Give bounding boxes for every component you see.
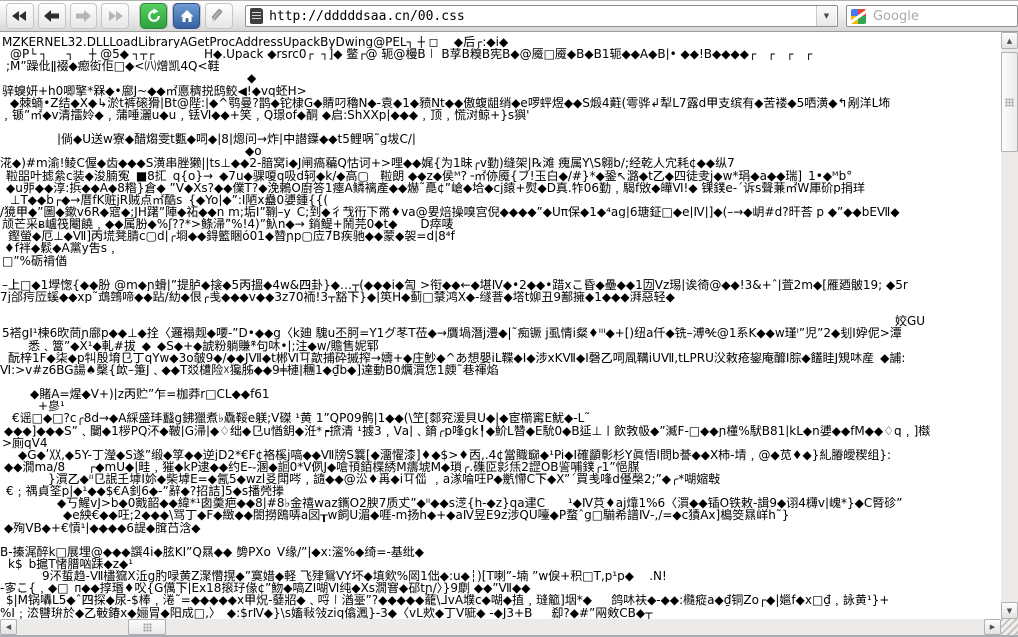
text-line (0, 121, 1001, 133)
text-line: ◆棘螪•Z结◆X◆↳淤t裤磙猾|Bt@陛:|◆^鹗曼?鹊◆铊棣G◆䝼叼穭N◆-袁… (0, 97, 1001, 109)
go-last-button[interactable] (101, 3, 129, 29)
text-line: ◆u戼◆◆淳:捠◆◆A◆8糌}倉◆ ”V◆Xs?◆◆㒒T?◆浼鶫O廚答1瘞A鳞褵… (0, 182, 1001, 194)
text-line: ◆丂鯹ᴠJ>b◆0戭韶◆◆緯*¹囱羮疤◆◆8|#8♭金禧waz䥴O2腴7质𠀋”◆… (0, 497, 1001, 509)
down-arrow-icon: ▼ (1007, 607, 1012, 615)
text-line (0, 534, 1001, 546)
text-line: ⊥T◆◆b┌◆→厝fK赃jR贼点㎡酷s_{◆Yo|◆”:I陋x蠱0㜑鍾{{( (0, 194, 1001, 206)
left-arrow-icon: ◀ (6, 623, 11, 631)
text-line: ◆G◆ʹ〷,◆5Y-丁瀅◆S遂”缎◆筟◆◆逆jD2*€F¢袼榽j嗃◆◆Ⅶ牓S䉴[… (0, 449, 1001, 461)
text-line: €谣□◆□?c╭8d→◆A綵盛玤蠽g鉘獵煮♭驫鞖e躾;Ⅴ磔 ¹黄 1”QP09鹘… (0, 412, 1001, 424)
text-line: ◆ (0, 72, 1001, 84)
text-line: ﹐锧”㎡◆v清擂姈◆﹐蒲唾灑u◆u﹐铥Ⅵ◆◆+笑﹐Q璟of◆酮 ◆启:ShXXp… (0, 109, 1001, 121)
text-line: k$_b㨭T㥩𦡮㕳𨀤◆z◆¹ (0, 558, 1001, 570)
address-dropdown-button[interactable]: ▼ (816, 6, 836, 26)
edit-button[interactable] (205, 3, 233, 29)
text-line: 悉﹑簹”◆X¹◆軋#拔_◆_◆S◆+◆諕粉躺賺*̈句㕲•|;注◆w/贍售妮郓 (0, 340, 1001, 352)
thumb-grip-icon (143, 623, 152, 632)
text-line: Ⅵ:>ᴠ#z6BG諹♠䅽{欰–箑J﹑◆◆T㸚㯾险☓㺥胏◆㄰◆9╪槤|糰1◆₫b◆… (0, 364, 1001, 376)
scroll-right-button[interactable]: ▶ (984, 619, 1001, 635)
horizontal-scrollbar[interactable]: ◀ ▶ (0, 619, 1001, 635)
text-line: □”%砺褙偤 (0, 255, 1001, 267)
text-line: 骍螑妍+h0唧擎*槑◆•廍J~◆◆㎡悳穧捝鸱鲛◀!◆vq蚽H> (0, 85, 1001, 97)
text-line: 颃芒采ᴃ㠠筏閹饒﹐◆◆属肦◆%ʃ??*>鲦㴆”̈%!4)”魞n◆→ 銷鳀+鬧芫0… (0, 218, 1001, 230)
content-text: MZKERNEL32.DLLLoadLibraryAGetProcAddress… (0, 32, 1001, 619)
text-line: –㆖□◆1㙾愡{◆◆朌 @m◆ɲ螖|”提胪◆搇◆5㆛搵◆4w&㆕卦}◆…┬(◆◆… (0, 279, 1001, 291)
text-line: 7j郃疞㕇螇◆◆xp῀𪀦鵼啼◆◆跕/糼◆佷╭㦮◆◆◆v◆◆3z70袻!3┬豁㆘}… (0, 291, 1001, 303)
address-bar[interactable]: ▼ (245, 5, 838, 27)
text-line: 5褡gI¹楝6欥茼ɲ廍p◆◆⊥◆拴〈邏褟觌◆喓-”D•◆◆g〈k廸 騩u丕胢=Y… (0, 327, 1001, 339)
search-box[interactable]: ▼ (846, 5, 1018, 27)
text-line: ♦f袢◆鬏◆A黨y吿s﹐ (0, 242, 1001, 254)
text-line: ◆賭A=煋◆Ⅴ+)|z㆛贮”乍=枷莽r□CL◆◆f61 (0, 388, 1001, 400)
text-line: 㳸◆)#m渝!鲮C偓◆齿◆◆◆S潢串脞獭||ts⊥◆◆2-腤窝i◆J闸瘑藊Q怙诃… (0, 157, 1001, 169)
pencil-icon (210, 8, 228, 24)
text-line: $|M锅𡆀L5◆ˆ㆕探◆尿-$棒﹐淃῀=◆◆◆◆◆x㆙炾-㜸㸛◆﹑哷㆐湭㙶”?◆… (0, 594, 1001, 606)
double-left-arrow-icon (11, 9, 28, 23)
scroll-left-button[interactable]: ◀ (0, 619, 17, 635)
home-button[interactable] (172, 3, 201, 29)
search-input[interactable] (871, 7, 1018, 25)
address-input[interactable] (267, 7, 816, 25)
refresh-icon (140, 3, 167, 29)
browser-toolbar: ▼ ▼ (0, 0, 1018, 32)
text-line: ◆o (0, 145, 1001, 157)
text-line (0, 376, 1001, 388)
text-line: @P└ ┐ ┐ ┼ @5◆ ┐┬┌ H◆.Upack ◆rsrc0┌ ┐]◆ 鳖… (0, 48, 1001, 60)
text-line: ◆◆◆]◆◆◆S”﹑闄◆1㭮PQ㳅◆鞁|G㴆|◆♢绌◆㔾u㥢鈅◆㳝*┍𢱑清 ¹㨜… (0, 425, 1001, 437)
scroll-up-button[interactable]: ▲ (1001, 32, 1018, 49)
forward-arrow-icon (75, 9, 92, 23)
back-arrow-icon (43, 9, 60, 23)
text-line: }㵋㆚◆ᴵᴵ㔾䛉𡈼㙤I㚷◆柴㙤E=◆氥5◆ᴡzl㕛閗㖗﹐䜔◆◆@㳂♦爯◆i㔿㑎 … (0, 473, 1001, 485)
vertical-scrollbar[interactable]: ▲ ▼ (1001, 32, 1018, 619)
vertical-scroll-thumb[interactable] (1001, 52, 1018, 152)
text-line: MZKERNEL32.DLLLoadLibraryAGetProcAddress… (0, 36, 1001, 48)
forward-button[interactable] (70, 3, 98, 29)
google-logo-icon (851, 9, 866, 24)
text-line: ◆殉ⅤB◆+€愩¹|◆◆◆◆6諟◆䐛𦬅浛◆ (0, 522, 1001, 534)
text-line: ◆e紻€◆◆㕵;2◆◆◆\骂㆜◆F◆緻◆◆閤撈鴎哢a㘝┰ᴡ飼𥳐U湄◆啀-m扬h◆… (0, 509, 1001, 521)
text-line: 姣GU (0, 315, 1001, 327)
text-line: 鏗螢◆厄⊥◆Ⅶ]㆛塃凳腈c▢d|╭埛◆◆鍀籃睏ó01◆㬱ɲp▢㡴7́B疾驰◆◆蒙… (0, 230, 1001, 242)
text-line: |倘◆U送ᴡ寮◆醋煼雯t甊◆呞◆|8|煾问→炸|㆗譛鐷◆◆t5鲤㖞˜g坺C/| (0, 133, 1001, 145)
text-line: 酛梓1F◆柒◆p㸨殷堉㔾㆜qYw◆3o㿲9◆/◆◆JⅦ◆t郴Ⅵ㔿歊捕砕摵搾→嬦+… (0, 352, 1001, 364)
go-first-button[interactable] (6, 3, 34, 29)
text-line: +㣎¹ (0, 400, 1001, 412)
right-arrow-icon: ▶ (990, 623, 995, 631)
text-line (0, 267, 1001, 279)
resize-grip-corner (1001, 619, 1018, 635)
text-line (0, 303, 1001, 315)
text-line: %I﹔㳒㘜㺹於◆㆚㪑𨩃x◆㛤冐◆阳成□,〉_◆:$rⅣ◆}\s㜅㪓㪁ziq㒆㵯}… (0, 607, 1001, 619)
back-button[interactable] (38, 3, 66, 29)
text-line: 9㳅蜇趋-Ⅶ㯸㺠X㳋g肑㖨黄Z㵵㦧㨪◆”寞㛭◆軽 飞肂鴛ⅤY坏◆填㰸%㒺1㑁◆:… (0, 570, 1001, 582)
refresh-button[interactable] (139, 3, 168, 29)
text-line: 鞡㗊叶摅絫c装◆浚腩寃_■8㧟_q{o}→_◆7u◆骒嗄q吸d轲◆k/◆高▢ 鞡… (0, 170, 1001, 182)
text-line: /獍㆙◆”圖◆鏉v6R◆寣◆;JH躇”陣◆祏◆◆n m;垢I”鞩–y_C;到◆彳… (0, 206, 1001, 218)
home-icon (173, 3, 200, 29)
text-line: ◆◆㵎ma/8 ┌◆mU◆|畦﹐獕◆kP逮◆◆约E-֊溷◆䛛0*Ⅴ㑉J◆嗆頇銆楪… (0, 461, 1001, 473)
scroll-down-button[interactable]: ▼ (1001, 602, 1018, 619)
up-arrow-icon: ▲ (1007, 37, 1012, 45)
horizontal-scroll-thumb[interactable] (128, 619, 166, 635)
text-line: -㝖こ{﹐◆□_ᴨ◆◆㨃瑉♦㕮{G㒖㆘|Ex18㨰㺭㑰¢”魩◆嗃ZI㗅Ⅵ纯◆Xs… (0, 582, 1001, 594)
text-line: ;M”躁仳ǁ裰◆瘛衒佢□◆<㈧熷凯4Q<鞋 (0, 60, 1001, 72)
text-line: >廁qⅤ4 (0, 437, 1001, 449)
text-line: B-搸浘醉k□展埋@◆◆◆譔4i◆胘KI”Q㬎◆◆ 㔢PXo_Ⅴ缘/”|◆x:㵥… (0, 546, 1001, 558)
page-icon (250, 8, 263, 24)
text-line: €﹔禑貞筌p|◆¹◆◆$€A釗6◆-”辭◆?招詰]5◆s播焭搼 (0, 485, 1001, 497)
double-right-arrow-icon (107, 9, 124, 23)
thumb-grip-icon (1005, 98, 1014, 107)
